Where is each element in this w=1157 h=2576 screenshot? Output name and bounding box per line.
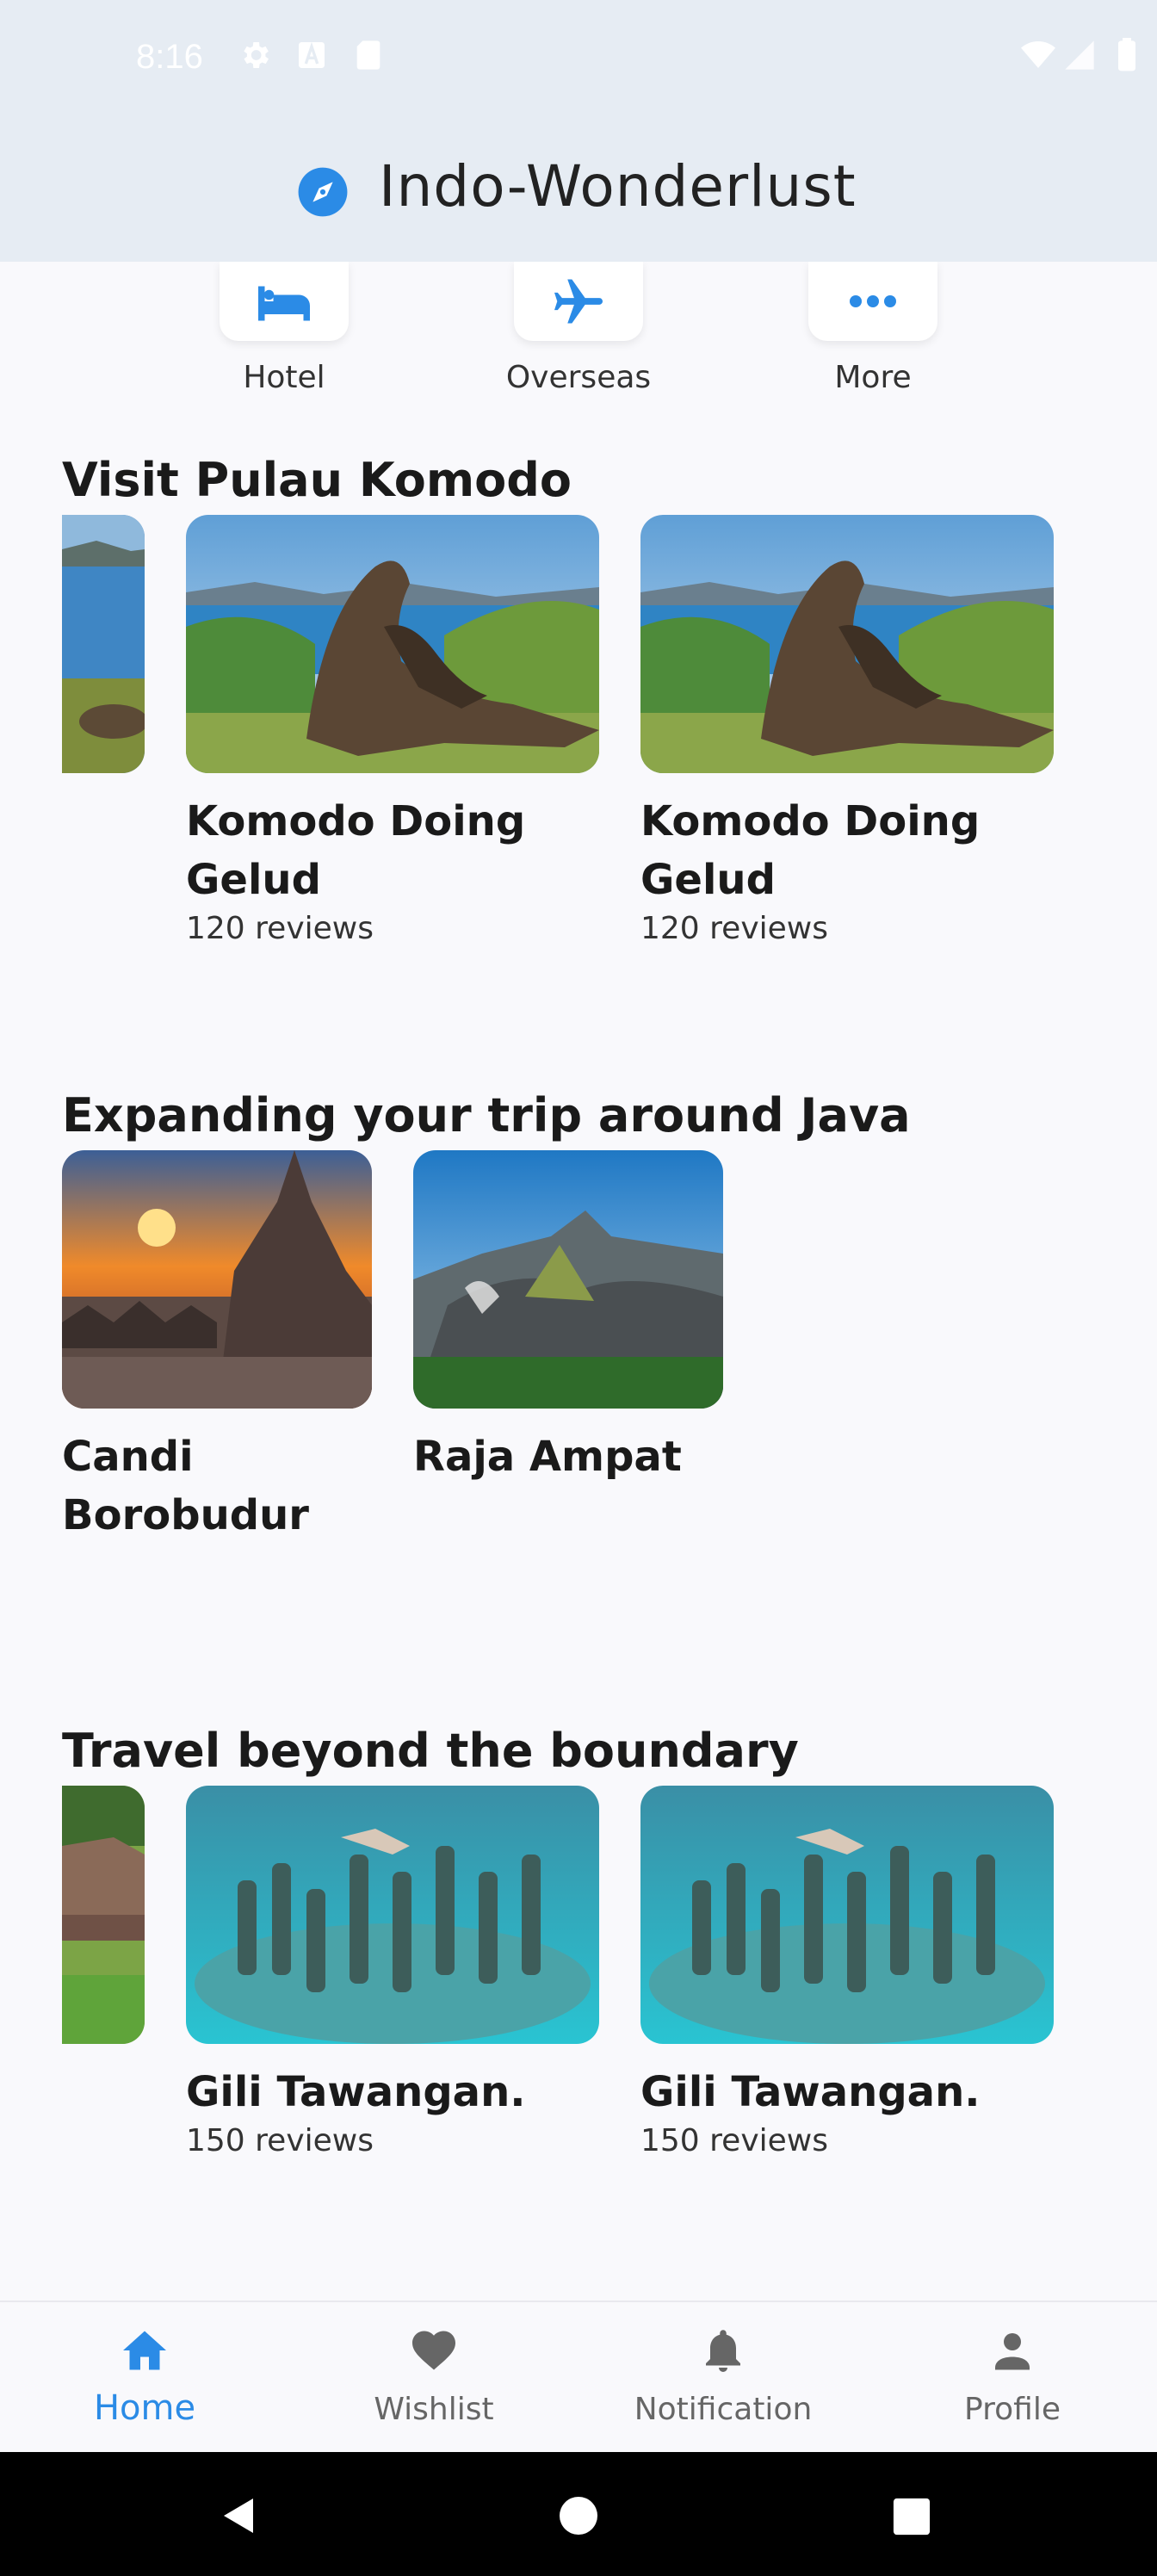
section-title: Expanding your trip around Java [62, 1088, 911, 1142]
borobudur-card[interactable]: Candi Borobudur [62, 1150, 372, 1545]
sd-card-icon [356, 40, 381, 70]
nav-label: Profile [964, 2392, 1061, 2427]
category-hotel[interactable]: Hotel [207, 262, 362, 395]
bell-icon [706, 2330, 740, 2372]
section-title: Visit Pulau Komodo [62, 453, 572, 507]
category-more[interactable]: More [795, 262, 950, 395]
recents-icon[interactable] [892, 2497, 931, 2536]
card-title: Candi Borobudur [62, 1433, 309, 1539]
card-reviews: 120 reviews [640, 911, 828, 946]
card-title: Komodo Doing Gelud [640, 797, 981, 904]
card-image-partial[interactable] [62, 515, 145, 773]
battery-icon [1118, 38, 1135, 71]
card-title: Raja Ampat [413, 1433, 682, 1481]
komodo-card-1[interactable]: Komodo Doing Gelud 120 reviews [186, 515, 599, 946]
nav-label: Home [93, 2388, 196, 2428]
komodo-image [186, 515, 599, 773]
card-title: Komodo Doing Gelud [186, 797, 526, 904]
category-label: More [834, 360, 912, 395]
card-image-partial[interactable] [62, 1786, 145, 2044]
komodo-image [640, 515, 1054, 773]
nav-label: Wishlist [374, 2392, 494, 2427]
section-title: Travel beyond the boundary [62, 1724, 799, 1778]
app-bar: Indo-Wonderlust [0, 117, 1157, 262]
compass-icon [298, 167, 348, 217]
gili-image [640, 1786, 1054, 2044]
card-reviews: 150 reviews [640, 2123, 828, 2158]
bottom-navigation: Home Wishlist Notification Profile [0, 2300, 1157, 2454]
gili-card-1[interactable]: Gili Tawangan. 150 reviews [186, 1786, 599, 2158]
raja-ampat-card[interactable]: Raja Ampat [413, 1150, 723, 1486]
nav-notification[interactable]: Notification [578, 2302, 868, 2454]
category-label: Hotel [243, 360, 325, 395]
cell-signal-icon [1065, 40, 1094, 70]
status-time: 8:16 [136, 38, 203, 76]
hotel-icon [258, 286, 310, 321]
category-overseas[interactable]: Overseas [501, 262, 656, 395]
airplane-icon [554, 279, 603, 324]
wifi-icon [1021, 41, 1055, 68]
home-button-icon[interactable] [558, 2495, 599, 2536]
settings-icon [244, 42, 269, 68]
font-icon [299, 41, 325, 68]
nav-profile[interactable]: Profile [868, 2302, 1157, 2454]
category-label: Overseas [505, 360, 652, 395]
home-icon [123, 2331, 166, 2370]
main-content[interactable]: Hotel Overseas More Visit Pulau Komodo K… [0, 262, 1157, 2300]
more-icon [850, 295, 896, 307]
borobudur-image [62, 1150, 372, 1409]
heart-icon [412, 2331, 455, 2370]
nav-wishlist[interactable]: Wishlist [289, 2302, 578, 2454]
card-title: Gili Tawangan. [640, 2068, 981, 2116]
app-title: Indo-Wonderlust [379, 153, 857, 220]
status-bar: 8:16 [0, 0, 1157, 117]
nav-home[interactable]: Home [0, 2302, 289, 2454]
back-icon[interactable] [219, 2495, 260, 2536]
gili-card-2[interactable]: Gili Tawangan. 150 reviews [640, 1786, 1054, 2158]
system-navigation-bar [0, 2452, 1157, 2576]
gili-image [186, 1786, 599, 2044]
raja-ampat-image [413, 1150, 723, 1409]
nav-label: Notification [634, 2392, 813, 2427]
card-reviews: 150 reviews [186, 2123, 374, 2158]
card-reviews: 120 reviews [186, 911, 374, 946]
person-icon [995, 2333, 1030, 2370]
komodo-card-2[interactable]: Komodo Doing Gelud 120 reviews [640, 515, 1054, 946]
card-title: Gili Tawangan. [186, 2068, 526, 2116]
